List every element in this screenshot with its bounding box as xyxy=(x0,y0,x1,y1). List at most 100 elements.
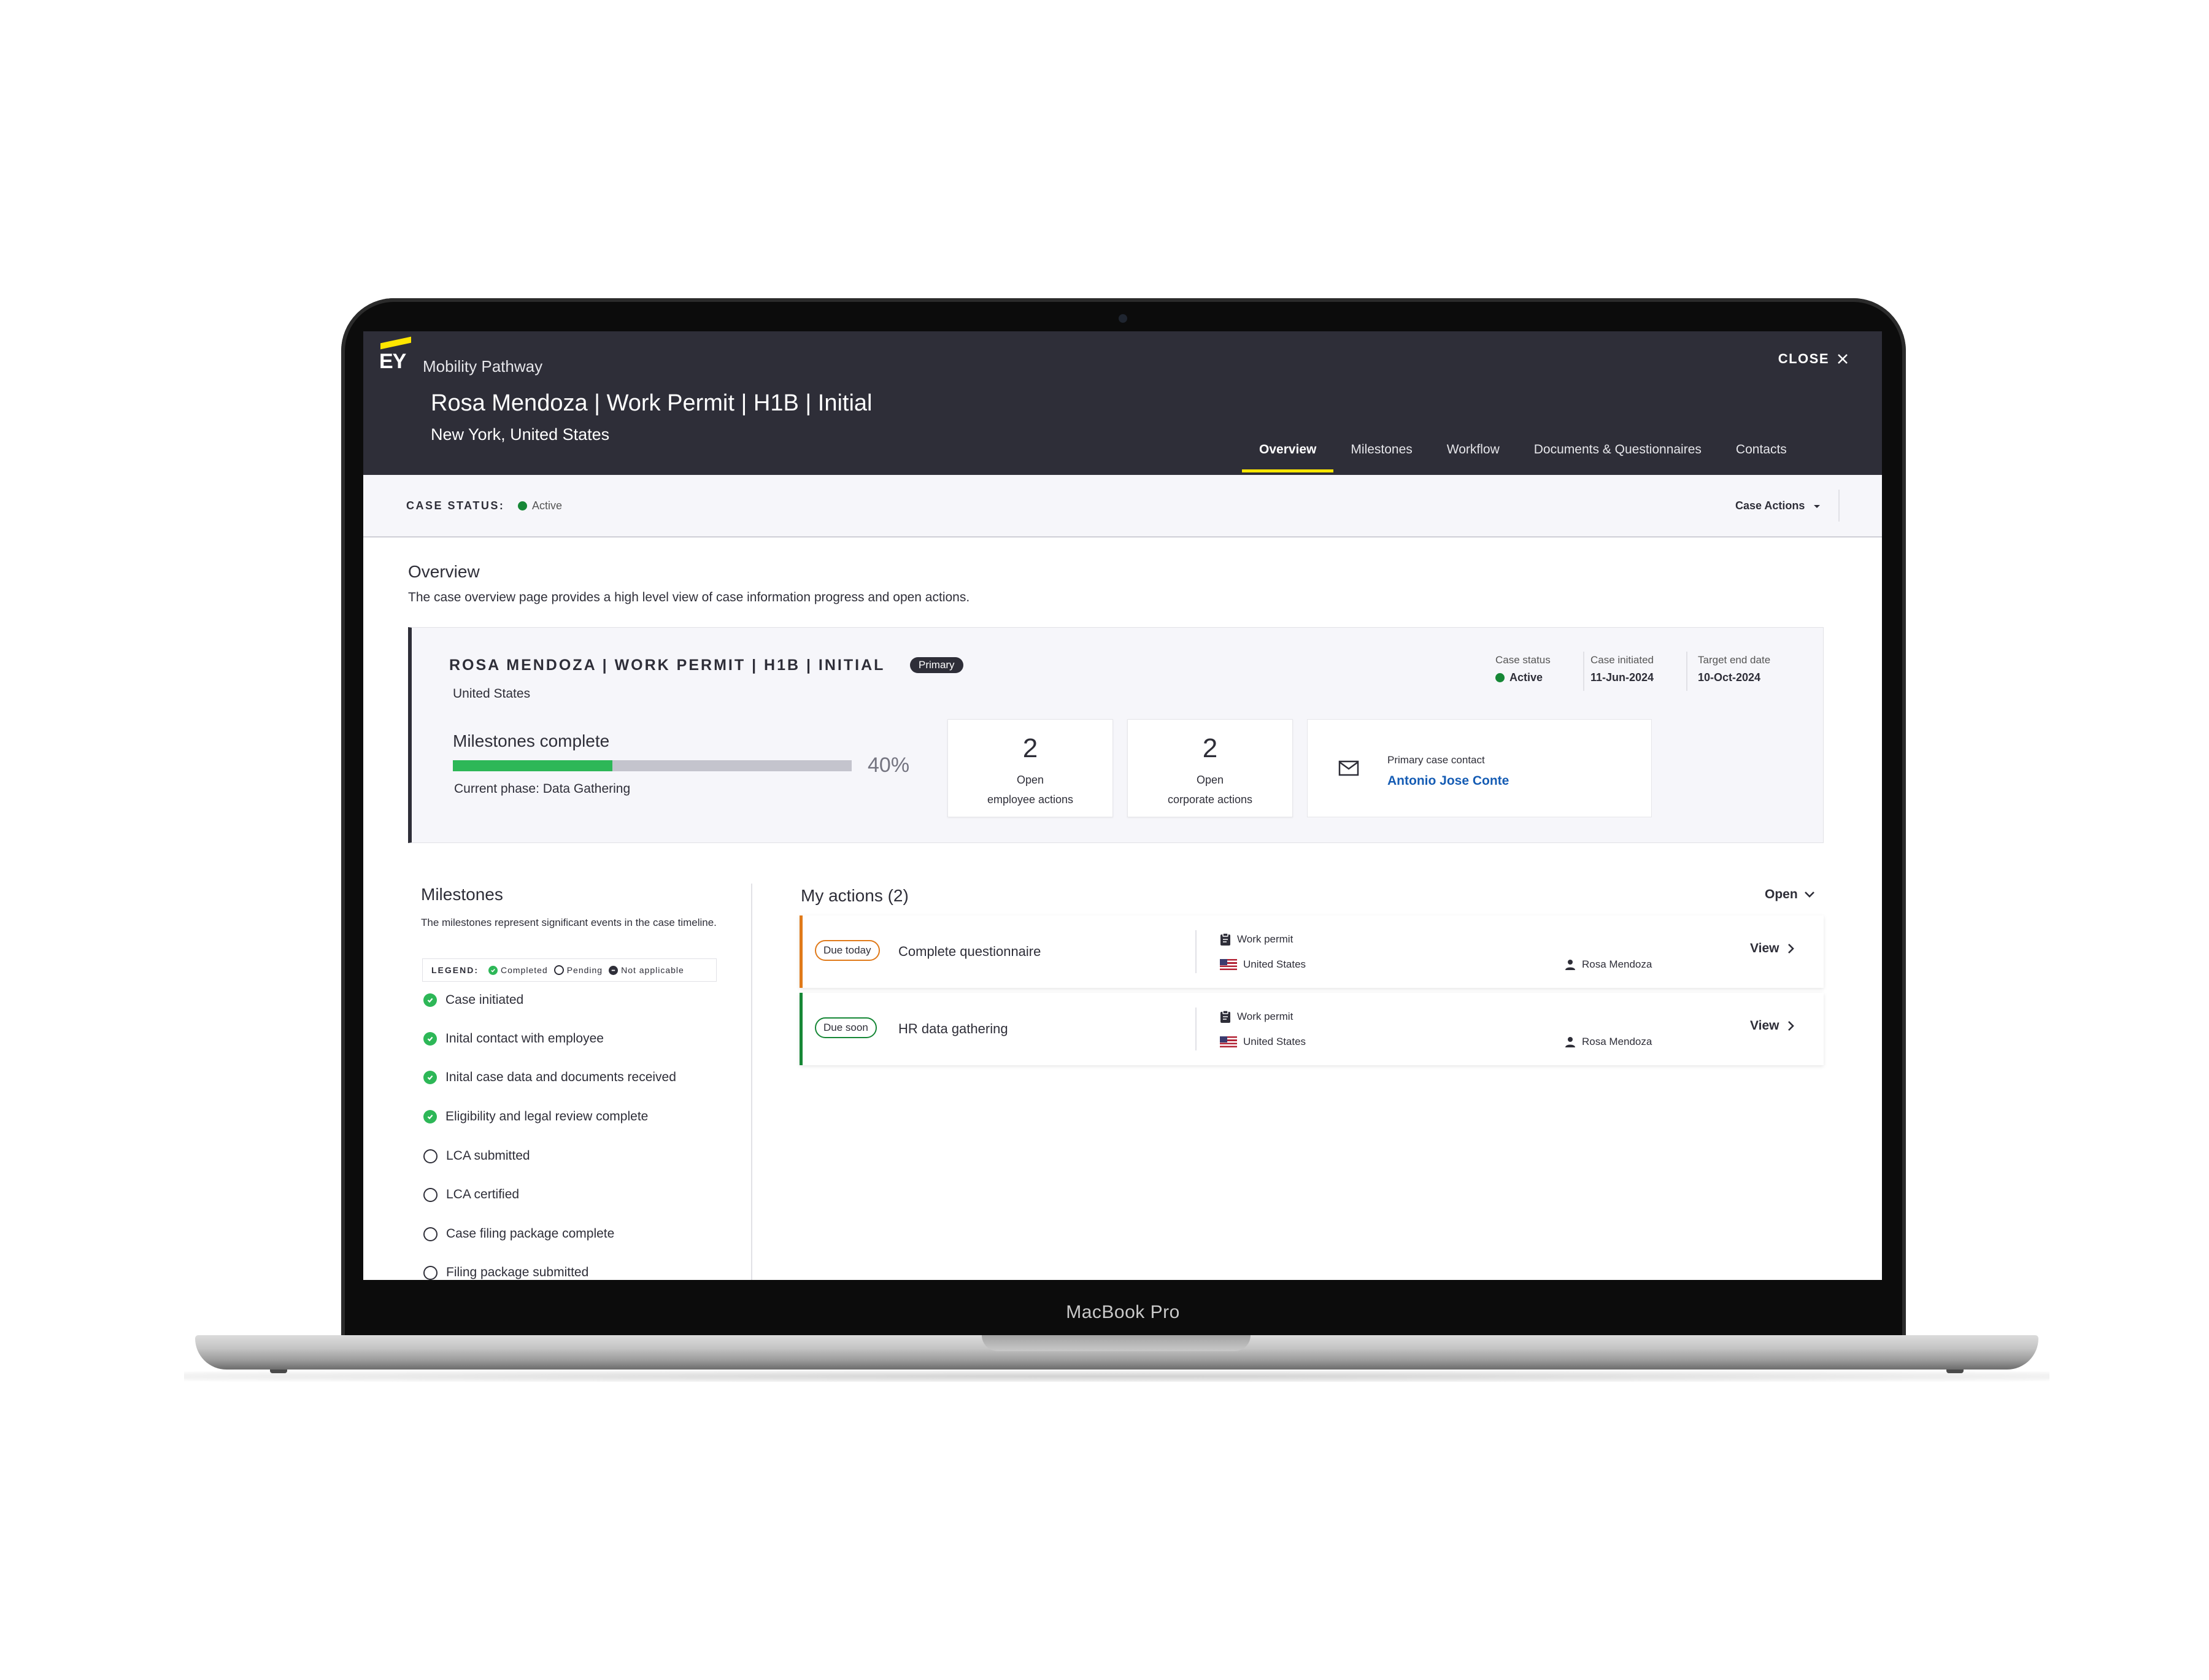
us-flag-icon xyxy=(1220,959,1237,970)
ey-logo[interactable]: EY xyxy=(379,350,406,374)
target-end-date-value: 10-Oct-2024 xyxy=(1698,671,1761,684)
primary-contact-link[interactable]: Antonio Jose Conte xyxy=(1387,774,1509,788)
laptop-notch xyxy=(982,1335,1251,1351)
empty-circle-icon xyxy=(423,1149,438,1163)
camera-icon xyxy=(1119,314,1127,323)
milestone-item: Filing package submitted xyxy=(423,1265,588,1280)
clipboard-icon xyxy=(1220,933,1230,946)
empty-circle-icon xyxy=(423,1265,438,1280)
case-card-country: United States xyxy=(453,687,531,701)
milestone-item: LCA certified xyxy=(423,1187,519,1202)
milestones-progress-percent: 40% xyxy=(868,753,910,777)
milestone-item: Inital contact with employee xyxy=(423,1031,604,1046)
milestone-label: Eligibility and legal review complete xyxy=(445,1109,649,1123)
action-name: HR data gathering xyxy=(898,1021,1008,1036)
primary-contact-label: Primary case contact xyxy=(1387,754,1485,766)
tab-contacts[interactable]: Contacts xyxy=(1719,432,1804,475)
empty-circle-icon xyxy=(423,1187,438,1202)
action-country-label: United States xyxy=(1243,958,1306,970)
legend-title: LEGEND: xyxy=(431,965,479,975)
milestones-legend: LEGEND: Completed Pending Not applicable xyxy=(422,958,717,982)
milestones-title: Milestones xyxy=(421,885,503,904)
case-status-label: CASE STATUS: xyxy=(406,499,505,512)
actions-filter-label: Open xyxy=(1765,887,1798,901)
screen: EY Mobility Pathway CLOSE Rosa Mendoza |… xyxy=(363,331,1882,1280)
legend-not-applicable-label: Not applicable xyxy=(621,965,684,975)
chevron-down-icon xyxy=(1804,892,1814,898)
device-label: MacBook Pro xyxy=(1066,1302,1180,1322)
view-button[interactable]: View xyxy=(1750,1019,1795,1033)
stat-label-line2: employee actions xyxy=(987,793,1074,806)
milestones-description: The milestones represent significant eve… xyxy=(421,917,717,928)
laptop-foot xyxy=(270,1370,287,1373)
case-status-bar: CASE STATUS: Active Case Actions xyxy=(363,475,1882,538)
person-icon xyxy=(1565,960,1575,970)
tab-overview[interactable]: Overview xyxy=(1242,432,1334,475)
divider xyxy=(1195,1008,1197,1050)
primary-contact-card: Primary case contact Antonio Jose Conte xyxy=(1307,719,1652,817)
view-button[interactable]: View xyxy=(1750,941,1795,956)
legend-completed-label: Completed xyxy=(501,965,548,975)
legend-completed: Completed xyxy=(488,965,548,975)
view-label: View xyxy=(1750,1019,1779,1033)
action-type-label: Work permit xyxy=(1237,933,1293,945)
minus-circle-icon xyxy=(609,965,619,975)
due-soon-badge: Due soon xyxy=(815,1017,877,1038)
mail-icon xyxy=(1338,760,1359,776)
open-corporate-actions-count: 2 xyxy=(1202,733,1218,763)
action-type: Work permit xyxy=(1220,933,1293,946)
case-status-meta-text: Active xyxy=(1509,671,1543,684)
action-card-complete-questionnaire[interactable]: Due today Complete questionnaire Work pe… xyxy=(800,915,1824,988)
case-actions-label: Case Actions xyxy=(1735,499,1805,512)
primary-badge: Primary xyxy=(910,657,963,673)
chevron-right-icon xyxy=(1788,1021,1795,1031)
case-actions-dropdown[interactable]: Case Actions xyxy=(1735,499,1821,512)
person-icon xyxy=(1565,1037,1575,1047)
action-assignee: Rosa Mendoza xyxy=(1565,958,1652,971)
divider xyxy=(1838,490,1840,522)
us-flag-icon xyxy=(1220,1036,1237,1047)
milestone-label: LCA submitted xyxy=(446,1149,530,1163)
stat-label-line1: Open xyxy=(1196,774,1224,786)
legend-not-applicable: Not applicable xyxy=(609,965,684,975)
milestone-item: Case initiated xyxy=(423,993,523,1008)
tab-workflow[interactable]: Workflow xyxy=(1430,432,1517,475)
check-circle-icon xyxy=(423,1110,437,1123)
case-initiated-label: Case initiated xyxy=(1590,654,1654,666)
milestone-label: Inital contact with employee xyxy=(445,1031,604,1046)
action-card-hr-data-gathering[interactable]: Due soon HR data gathering Work permit U… xyxy=(800,993,1824,1065)
case-status-meta-label: Case status xyxy=(1495,654,1551,666)
case-status-text: Active xyxy=(532,499,563,512)
legend-pending-label: Pending xyxy=(566,965,603,975)
laptop-foot xyxy=(1946,1370,1964,1373)
open-corporate-actions-card[interactable]: 2 Open corporate actions xyxy=(1127,719,1293,817)
stat-label-line2: corporate actions xyxy=(1167,793,1253,806)
close-label: CLOSE xyxy=(1778,351,1829,366)
empty-circle-icon xyxy=(553,965,564,975)
tab-documents-questionnaires[interactable]: Documents & Questionnaires xyxy=(1517,432,1719,475)
tab-milestones[interactable]: Milestones xyxy=(1333,432,1429,475)
case-initiated-value: 11-Jun-2024 xyxy=(1590,671,1654,684)
action-type-label: Work permit xyxy=(1237,1011,1293,1022)
close-icon xyxy=(1838,354,1848,364)
milestone-label: Inital case data and documents received xyxy=(445,1070,676,1084)
clipboard-icon xyxy=(1220,1010,1230,1023)
target-end-date-label: Target end date xyxy=(1698,654,1771,666)
column-divider xyxy=(751,884,752,1280)
actions-filter-dropdown[interactable]: Open xyxy=(1765,887,1815,902)
open-employee-actions-count: 2 xyxy=(1022,733,1038,763)
status-dot-icon xyxy=(1495,673,1505,682)
divider xyxy=(1686,652,1687,691)
overview-title: Overview xyxy=(408,562,480,581)
close-button[interactable]: CLOSE xyxy=(1778,351,1849,367)
milestones-complete-label: Milestones complete xyxy=(453,731,610,750)
action-country: United States xyxy=(1220,958,1306,971)
tab-bar: Overview Milestones Workflow Documents &… xyxy=(1242,432,1804,475)
milestone-item: Eligibility and legal review complete xyxy=(423,1109,648,1124)
check-circle-icon xyxy=(423,1071,437,1084)
case-status-meta-value: Active xyxy=(1495,671,1543,684)
case-location: New York, United States xyxy=(431,425,610,444)
open-employee-actions-card[interactable]: 2 Open employee actions xyxy=(947,719,1113,817)
check-circle-icon xyxy=(423,993,437,1007)
check-circle-icon xyxy=(423,1032,437,1046)
